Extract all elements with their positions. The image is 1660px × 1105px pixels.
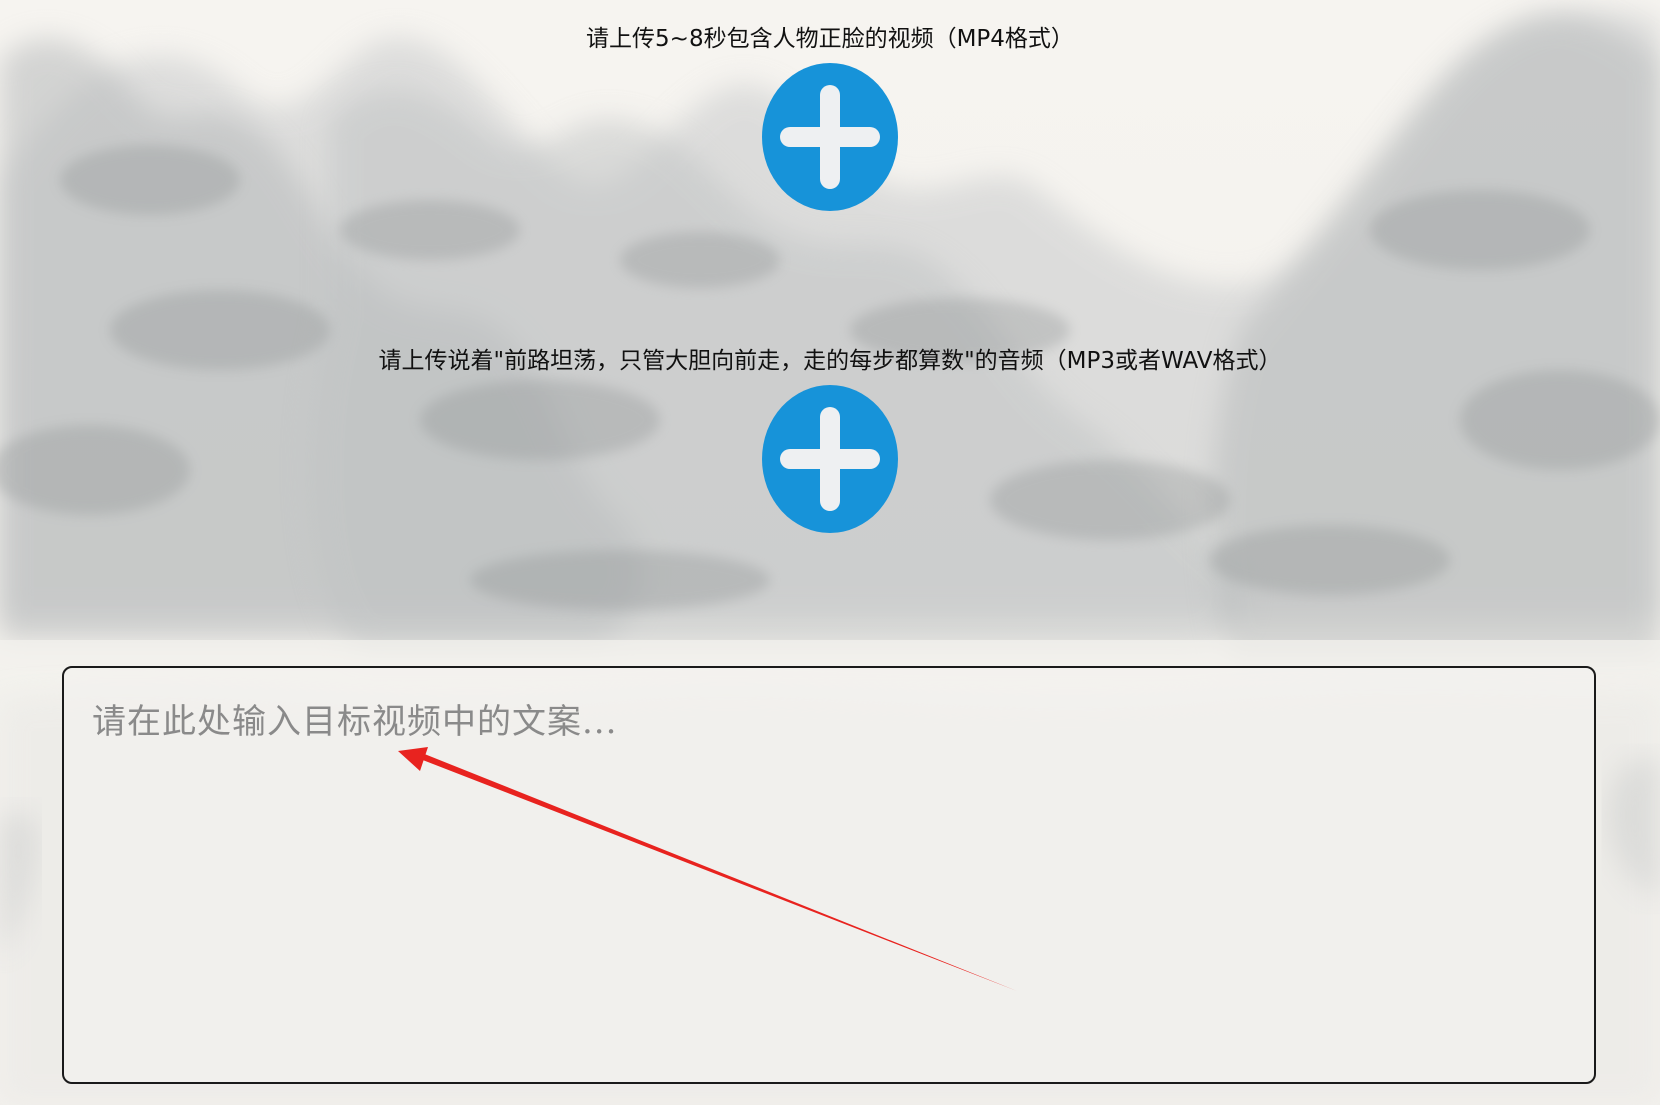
video-upload-button[interactable] [762,63,898,211]
audio-upload-button[interactable] [762,385,898,533]
audio-upload-label: 请上传说着"前路坦荡，只管大胆向前走，走的每步都算数"的音频（MP3或者WAV格… [378,348,1282,374]
copy-input-wrapper [62,666,1596,1084]
copy-textarea[interactable] [62,666,1596,1084]
plus-circle-icon [762,63,898,211]
plus-circle-icon [762,385,898,533]
video-upload-label: 请上传5~8秒包含人物正脸的视频（MP4格式） [586,26,1074,52]
audio-upload-section: 请上传说着"前路坦荡，只管大胆向前走，走的每步都算数"的音频（MP3或者WAV格… [0,346,1660,376]
video-upload-section: 请上传5~8秒包含人物正脸的视频（MP4格式） [0,24,1660,54]
